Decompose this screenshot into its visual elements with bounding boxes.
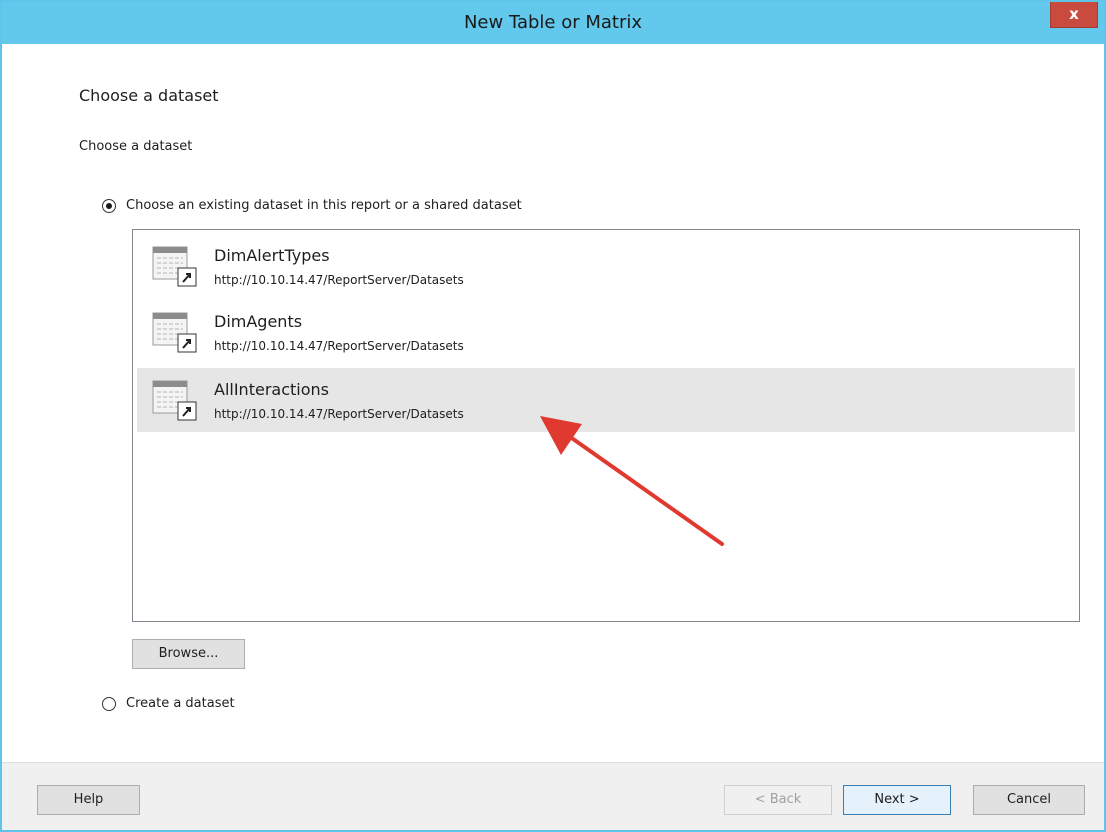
dataset-name: DimAlertTypes [214,246,330,265]
shared-dataset-icon [152,380,197,421]
shared-dataset-icon [152,246,197,287]
section-label: Choose a dataset [79,139,193,154]
dialog-title: New Table or Matrix [463,12,643,33]
dataset-item-dimalerttypes[interactable]: DimAlertTypes http://10.10.14.47/ReportS… [137,234,1075,298]
dataset-url: http://10.10.14.47/ReportServer/Datasets [214,273,464,287]
title-bar[interactable]: New Table or Matrix x [2,2,1104,44]
create-dataset-label: Create a dataset [126,696,235,711]
dataset-name: AllInteractions [214,380,329,399]
next-button[interactable]: Next > [843,785,951,815]
page-heading: Choose a dataset [79,86,219,105]
cancel-button[interactable]: Cancel [973,785,1085,815]
create-dataset-option[interactable]: Create a dataset [102,696,235,711]
help-button[interactable]: Help [37,785,140,815]
shared-dataset-icon [152,312,197,353]
browse-button[interactable]: Browse... [132,639,245,669]
existing-dataset-radio[interactable] [102,198,116,213]
close-button[interactable]: x [1050,2,1098,28]
dataset-url: http://10.10.14.47/ReportServer/Datasets [214,339,464,353]
footer-bar: Help < Back Next > Cancel [2,762,1104,830]
dataset-item-allinteractions[interactable]: AllInteractions http://10.10.14.47/Repor… [137,368,1075,432]
dataset-list[interactable]: DimAlertTypes http://10.10.14.47/ReportS… [132,229,1080,622]
dialog-window: New Table or Matrix x Choose a dataset C… [0,0,1106,832]
dataset-url: http://10.10.14.47/ReportServer/Datasets [214,407,464,421]
create-dataset-radio[interactable] [102,696,116,711]
existing-dataset-label: Choose an existing dataset in this repor… [126,198,522,213]
dataset-item-dimagents[interactable]: DimAgents http://10.10.14.47/ReportServe… [137,300,1075,364]
dataset-name: DimAgents [214,312,303,331]
existing-dataset-option[interactable]: Choose an existing dataset in this repor… [102,198,522,213]
back-button[interactable]: < Back [724,785,832,815]
